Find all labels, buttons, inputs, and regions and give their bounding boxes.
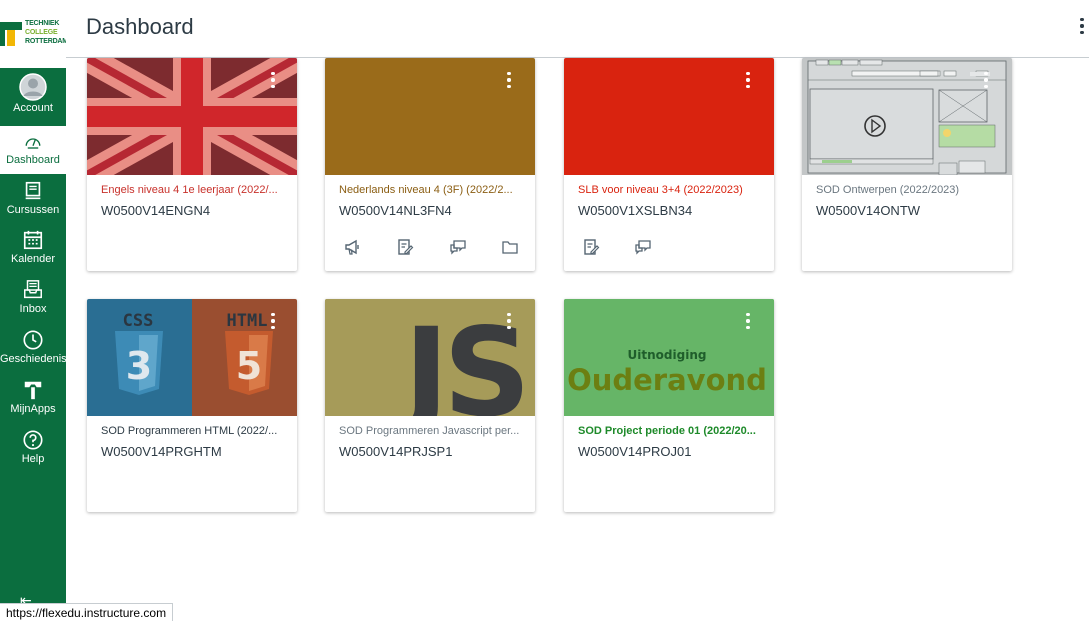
card-options-menu[interactable] [505, 72, 513, 92]
card-actions [339, 238, 525, 256]
nav-item-dashboard[interactable]: Dashboard [0, 126, 66, 174]
help-icon [23, 430, 43, 450]
course-title[interactable]: SLB voor niveau 3+4 (2022/2023) [578, 184, 764, 196]
logo-text: TECHNIEK COLLEGE ROTTERDAM [25, 20, 68, 45]
union-jack-image [87, 58, 297, 175]
clock-icon [23, 330, 43, 350]
course-card-hero[interactable] [802, 58, 1012, 175]
course-card-sod-project[interactable]: Uitnodiging Ouderavond SOD Project perio… [564, 299, 774, 512]
discussion-icon[interactable] [634, 238, 652, 256]
course-code: W0500V14NL3FN4 [339, 203, 452, 218]
link-status-bar: https://flexedu.instructure.com [0, 603, 174, 621]
school-logo[interactable]: TECHNIEK COLLEGE ROTTERDAM [0, 0, 68, 68]
course-card-sod-programmeren-html[interactable]: CSS HTML 3 5 SOD Programmeren HTML (2022… [87, 299, 297, 512]
card-options-menu[interactable] [982, 72, 990, 92]
nav-item-inbox[interactable]: Inbox [0, 278, 66, 328]
dashboard-gauge-icon [25, 138, 41, 149]
course-card-sod-programmeren-javascript[interactable]: JS SOD Programmeren Javascript per... W0… [325, 299, 535, 512]
calendar-icon [23, 230, 43, 250]
course-card-hero[interactable]: JS [325, 299, 535, 416]
nav-item-help[interactable]: Help [0, 428, 66, 478]
course-code: W0500V1XSLBN34 [578, 203, 693, 218]
nav-item-kalender[interactable]: Kalender [0, 228, 66, 278]
course-title[interactable]: Nederlands niveau 4 (3F) (2022/2... [339, 184, 525, 196]
course-card-hero[interactable]: Uitnodiging Ouderavond [564, 299, 774, 416]
card-options-menu[interactable] [269, 313, 277, 333]
course-card-hero[interactable] [564, 58, 774, 175]
wireframe-image [802, 58, 1012, 175]
inbox-icon [24, 280, 42, 299]
page-title: Dashboard [86, 14, 194, 39]
html-label: HTML [227, 311, 268, 331]
course-title[interactable]: Engels niveau 4 1e leerjaar (2022/... [101, 184, 287, 196]
logo-mark [0, 22, 22, 46]
course-code: W0500V14PRJSP1 [339, 444, 453, 459]
invitation-label: Uitnodiging [628, 348, 707, 362]
course-card-nederlands[interactable]: Nederlands niveau 4 (3F) (2022/2... W050… [325, 58, 535, 271]
course-title[interactable]: SOD Programmeren Javascript per... [339, 425, 525, 437]
card-options-menu[interactable] [505, 313, 513, 333]
kebab-menu-icon[interactable] [1079, 18, 1085, 38]
course-code: W0500V14PROJ01 [578, 444, 692, 459]
course-card-hero[interactable] [325, 58, 535, 175]
course-title[interactable]: SOD Programmeren HTML (2022/... [101, 425, 287, 437]
course-code: W0500V14PRGHTM [101, 444, 222, 459]
card-options-menu[interactable] [269, 72, 277, 92]
book-icon [25, 181, 41, 200]
js-logo-image: JS [325, 299, 535, 416]
course-card-engels[interactable]: Engels niveau 4 1e leerjaar (2022/... W0… [87, 58, 297, 271]
avatar-icon [19, 73, 47, 101]
global-navigation: TECHNIEK COLLEGE ROTTERDAM Account Dashb… [0, 0, 68, 621]
svg-text:3: 3 [126, 344, 152, 388]
course-code: W0500V14ENGN4 [101, 203, 211, 218]
card-options-menu[interactable] [744, 72, 752, 92]
course-card-hero[interactable] [87, 58, 297, 175]
course-card-hero[interactable]: CSS HTML 3 5 [87, 299, 297, 416]
card-actions [578, 238, 764, 256]
course-title[interactable]: SOD Project periode 01 (2022/20... [578, 425, 764, 437]
nav-item-cursussen[interactable]: Cursussen [0, 178, 66, 228]
course-card-sod-ontwerpen[interactable]: SOD Ontwerpen (2022/2023) W0500V14ONTW [802, 58, 1012, 271]
page-header: Dashboard [66, 0, 1089, 58]
nav-item-account[interactable]: Account [0, 70, 66, 120]
nav-item-geschiedenis[interactable]: Geschiedenis [0, 328, 67, 378]
svg-text:5: 5 [236, 344, 262, 388]
course-code: W0500V14ONTW [816, 203, 921, 218]
announcement-icon[interactable] [344, 238, 362, 256]
course-title[interactable]: SOD Ontwerpen (2022/2023) [816, 184, 1002, 196]
files-folder-icon[interactable] [501, 238, 519, 256]
css-html-image: CSS HTML 3 5 [87, 299, 297, 416]
discussion-icon[interactable] [449, 238, 467, 256]
assignment-icon[interactable] [582, 238, 600, 256]
ouderavond-image: Uitnodiging Ouderavond [564, 299, 774, 416]
css-label: CSS [123, 311, 154, 331]
card-options-menu[interactable] [744, 313, 752, 333]
apps-logo-icon [24, 381, 42, 400]
course-card-slb[interactable]: SLB voor niveau 3+4 (2022/2023) W0500V1X… [564, 58, 774, 271]
ouderavond-label: Ouderavond [567, 363, 767, 397]
assignment-icon[interactable] [396, 238, 414, 256]
nav-item-mijnapps[interactable]: MijnApps [0, 378, 66, 428]
